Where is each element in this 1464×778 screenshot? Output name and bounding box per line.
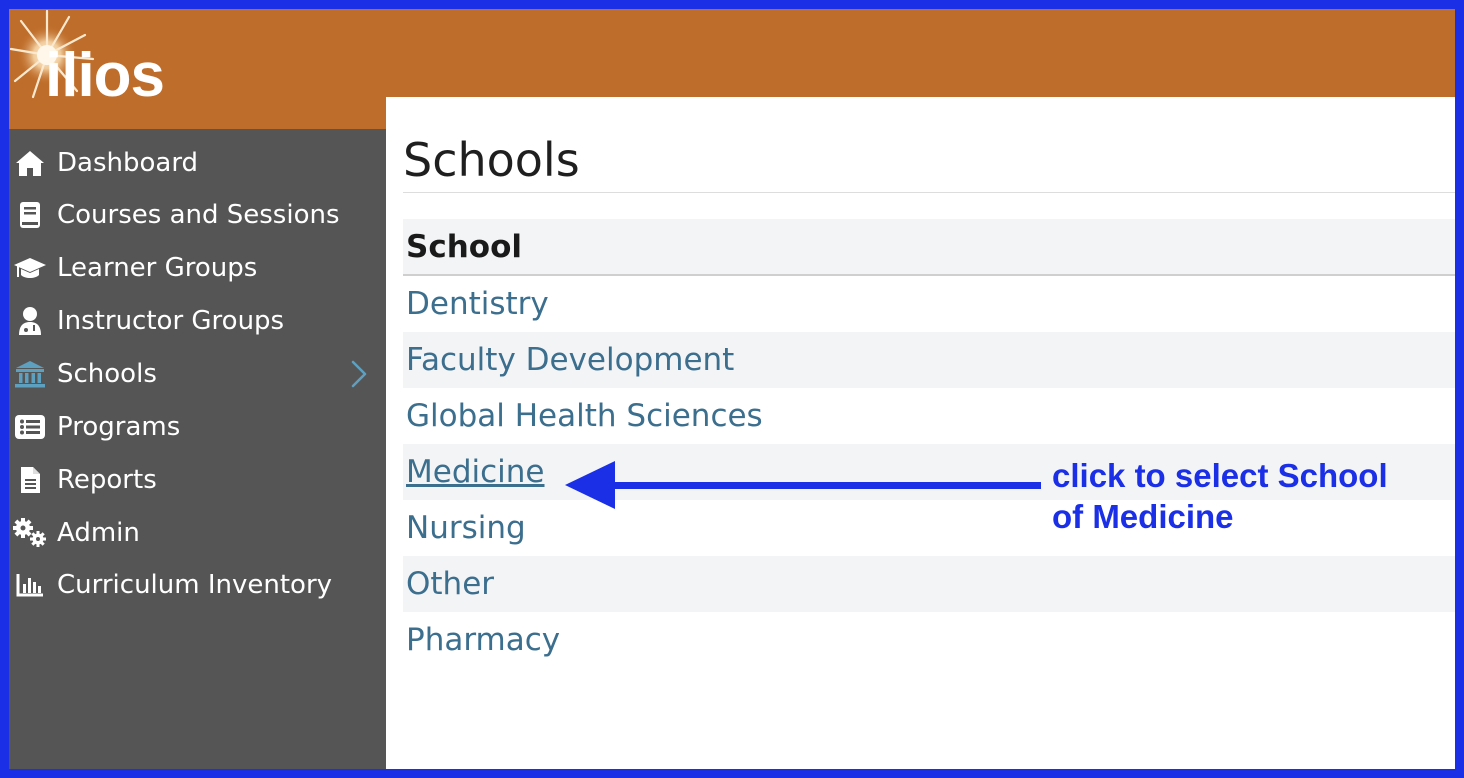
sidebar-item-label: Learner Groups bbox=[57, 253, 258, 283]
school-link-other[interactable]: Other bbox=[406, 566, 494, 602]
sidebar-nav: Dashboard Courses and Sessions Learner G… bbox=[9, 129, 386, 769]
school-link-faculty-development[interactable]: Faculty Development bbox=[406, 342, 734, 378]
gears-icon bbox=[10, 518, 50, 548]
logo-text: ilios bbox=[45, 41, 165, 110]
home-icon bbox=[10, 149, 50, 177]
sidebar-item-programs[interactable]: Programs bbox=[9, 405, 386, 449]
schools-table: School Dentistry Faculty Development Glo… bbox=[403, 219, 1455, 668]
sidebar-item-label: Instructor Groups bbox=[57, 306, 285, 336]
school-link-dentistry[interactable]: Dentistry bbox=[406, 286, 549, 322]
main-content: Schools School Dentistry Faculty Develop… bbox=[386, 97, 1455, 769]
page-title: Schools bbox=[403, 133, 580, 187]
chevron-right-icon bbox=[350, 360, 368, 395]
ilios-logo[interactable]: ilios bbox=[9, 9, 209, 127]
sidebar-item-reports[interactable]: Reports bbox=[9, 458, 386, 502]
table-row: Other bbox=[403, 556, 1455, 612]
book-icon bbox=[10, 201, 50, 229]
table-row: Dentistry bbox=[403, 276, 1455, 332]
column-header-school[interactable]: School bbox=[403, 219, 1455, 276]
sidebar-item-label: Reports bbox=[57, 465, 157, 495]
sidebar-item-learner-groups[interactable]: Learner Groups bbox=[9, 246, 386, 290]
annotation-callout: click to select School of Medicine bbox=[1052, 455, 1388, 537]
school-link-global-health-sciences[interactable]: Global Health Sciences bbox=[406, 398, 763, 434]
sidebar-item-label: Courses and Sessions bbox=[57, 200, 340, 230]
annotation-line-2: of Medicine bbox=[1052, 498, 1234, 535]
table-row: Pharmacy bbox=[403, 612, 1455, 668]
app-frame: ilios Dashboard Courses and Sessions Lea… bbox=[9, 9, 1455, 769]
list-icon bbox=[10, 414, 50, 440]
file-icon bbox=[10, 466, 50, 494]
sidebar-item-label: Dashboard bbox=[57, 148, 199, 178]
university-icon bbox=[10, 360, 50, 388]
school-link-nursing[interactable]: Nursing bbox=[406, 510, 526, 546]
sidebar-item-admin[interactable]: Admin bbox=[9, 511, 386, 555]
annotation-arrow-icon bbox=[565, 461, 1041, 509]
bar-chart-icon bbox=[10, 572, 50, 598]
sidebar-item-instructor-groups[interactable]: Instructor Groups bbox=[9, 299, 386, 343]
graduation-cap-icon bbox=[10, 255, 50, 281]
table-row: Global Health Sciences bbox=[403, 388, 1455, 444]
annotation-line-1: click to select School bbox=[1052, 457, 1388, 494]
sidebar-item-label: Admin bbox=[57, 518, 140, 548]
divider bbox=[403, 192, 1455, 193]
sidebar-item-schools[interactable]: Schools bbox=[9, 352, 386, 396]
sidebar-item-label: Curriculum Inventory bbox=[57, 570, 333, 600]
school-link-medicine[interactable]: Medicine bbox=[406, 454, 545, 490]
school-link-pharmacy[interactable]: Pharmacy bbox=[406, 622, 560, 658]
sidebar-item-curriculum-inventory[interactable]: Curriculum Inventory bbox=[9, 563, 386, 607]
sidebar-item-label: Programs bbox=[57, 412, 181, 442]
sidebar-item-label: Schools bbox=[57, 359, 157, 389]
sidebar-item-courses-and-sessions[interactable]: Courses and Sessions bbox=[9, 193, 386, 237]
sidebar-item-dashboard[interactable]: Dashboard bbox=[9, 141, 386, 185]
user-doctor-icon bbox=[10, 306, 50, 336]
table-row: Faculty Development bbox=[403, 332, 1455, 388]
